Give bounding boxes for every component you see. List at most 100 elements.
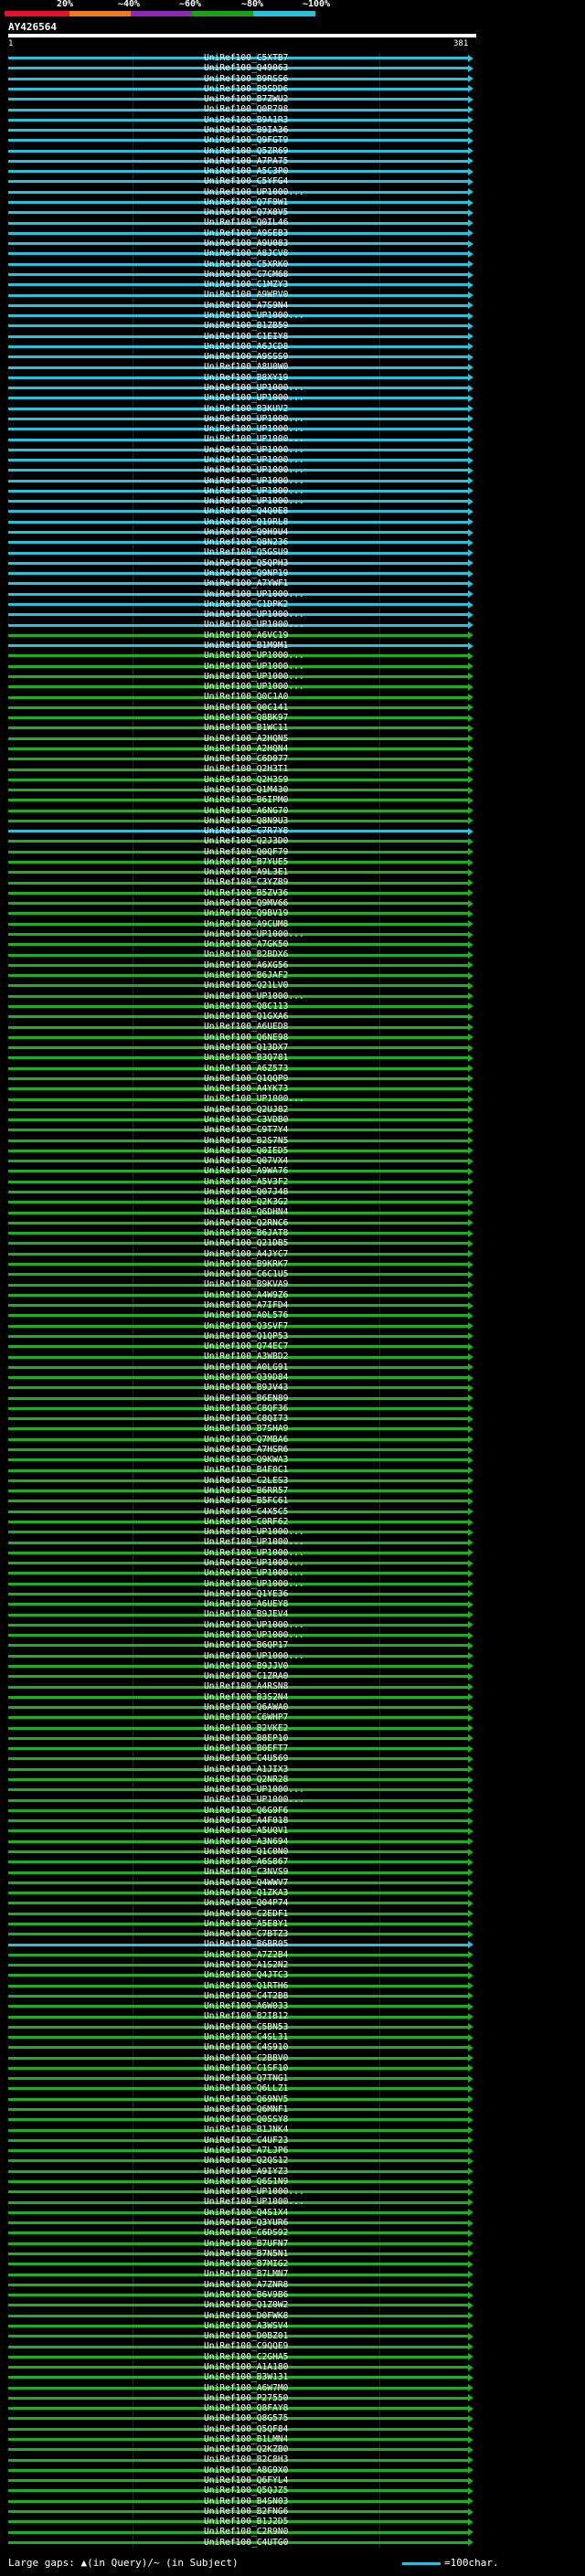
hit-label[interactable]: UniRef100_UP1000...	[204, 434, 304, 444]
hit-label[interactable]: UniRef100_Q8C113	[204, 1002, 288, 1012]
hit-label[interactable]: UniRef100_C5XTB7	[204, 53, 288, 63]
hit-row[interactable]: UniRef100_A2HQN4	[0, 744, 585, 755]
hit-row[interactable]: UniRef100_UP1000...	[0, 1630, 585, 1641]
hit-label[interactable]: UniRef100_A9IYZ3	[204, 2167, 288, 2177]
hit-row[interactable]: UniRef100_B2BDX6	[0, 949, 585, 960]
hit-label[interactable]: UniRef100_Q8BK97	[204, 713, 288, 723]
hit-label[interactable]: UniRef100_Q9BV19	[204, 908, 288, 918]
hit-row[interactable]: UniRef100_Q8FAY8	[0, 2403, 585, 2414]
hit-label[interactable]: UniRef100_UP1000...	[204, 1795, 304, 1805]
hit-label[interactable]: UniRef100_C8QI73	[204, 1414, 288, 1424]
hit-row[interactable]: UniRef100_C1ZRA0	[0, 1671, 585, 1682]
hit-label[interactable]: UniRef100_A6S867	[204, 1857, 288, 1867]
hit-label[interactable]: UniRef100_A7Z2B4	[204, 1950, 288, 1960]
hit-label[interactable]: UniRef100_B8EP10	[204, 1733, 288, 1744]
hit-label[interactable]: UniRef100_UP1000...	[204, 1651, 304, 1661]
hit-label[interactable]: UniRef100_Q0SSY8	[204, 2115, 288, 2125]
hit-row[interactable]: UniRef100_UP1000...	[0, 383, 585, 394]
hit-row[interactable]: UniRef100_Q9NP19	[0, 568, 585, 579]
hit-row[interactable]: UniRef100_C4X5C5	[0, 1507, 585, 1518]
hit-label[interactable]: UniRef100_UP1000...	[204, 1558, 304, 1568]
hit-label[interactable]: UniRef100_A7S9N4	[204, 301, 288, 311]
hit-row[interactable]: UniRef100_A9U083	[0, 239, 585, 249]
hit-label[interactable]: UniRef100_UP1000...	[204, 2187, 304, 2197]
hit-row[interactable]: UniRef100_UP1000...	[0, 311, 585, 322]
hit-row[interactable]: UniRef100_Q4JTC3	[0, 1970, 585, 1981]
hit-label[interactable]: UniRef100_Q0IED5	[204, 1146, 288, 1156]
hit-row[interactable]: UniRef100_UP1000...	[0, 393, 585, 404]
hit-row[interactable]: UniRef100_Q39D84	[0, 1373, 585, 1383]
hit-label[interactable]: UniRef100_Q1Z0W2	[204, 2300, 288, 2310]
hit-label[interactable]: UniRef100_A6Z573	[204, 1064, 288, 1074]
hit-row[interactable]: UniRef100_Q8BK97	[0, 713, 585, 724]
hit-label[interactable]: UniRef100_A4JYC7	[204, 1249, 288, 1259]
hit-row[interactable]: UniRef100_Q4Q0E8	[0, 506, 585, 517]
hit-row[interactable]: UniRef100_B2C8H3	[0, 2454, 585, 2465]
hit-row[interactable]: UniRef100_B3S2N4	[0, 1692, 585, 1703]
hit-label[interactable]: UniRef100_A4YK73	[204, 1084, 288, 1094]
hit-row[interactable]: UniRef100_Q21LV0	[0, 981, 585, 991]
hit-row[interactable]: UniRef100_Q07J48	[0, 1187, 585, 1198]
hit-label[interactable]: UniRef100_B7N5N1	[204, 2249, 288, 2259]
hit-label[interactable]: UniRef100_B4SN03	[204, 2496, 288, 2507]
hit-label[interactable]: UniRef100_C2R9N0	[204, 2527, 288, 2537]
hit-label[interactable]: UniRef100_C1SF10	[204, 2063, 288, 2073]
hit-label[interactable]: UniRef100_B4F0C1	[204, 1465, 288, 1475]
hit-row[interactable]: UniRef100_Q6DHN4	[0, 1207, 585, 1218]
hit-row[interactable]: UniRef100_UP1000...	[0, 682, 585, 693]
hit-row[interactable]: UniRef100_A5E8Y1	[0, 1919, 585, 1930]
hit-label[interactable]: UniRef100_Q4JTC3	[204, 1970, 288, 1980]
hit-row[interactable]: UniRef100_Q5QJZ5	[0, 2486, 585, 2496]
hit-label[interactable]: UniRef100_Q1RTH6	[204, 1981, 288, 1991]
hit-label[interactable]: UniRef100_C4S910	[204, 2042, 288, 2052]
hit-label[interactable]: UniRef100_C0RF62	[204, 1517, 288, 1527]
hit-row[interactable]: UniRef100_Q2RNC6	[0, 1218, 585, 1229]
hit-row[interactable]: UniRef100_C6C1U5	[0, 1269, 585, 1280]
hit-label[interactable]: UniRef100_Q7MBA6	[204, 1435, 288, 1445]
hit-label[interactable]: UniRef100_B2FNG6	[204, 2507, 288, 2517]
hit-row[interactable]: UniRef100_Q1QQP9	[0, 1074, 585, 1085]
hit-row[interactable]: UniRef100_B6EN89	[0, 1394, 585, 1405]
hit-label[interactable]: UniRef100_C1MZY3	[204, 280, 288, 290]
hit-label[interactable]: UniRef100_Q7TNG1	[204, 2073, 288, 2083]
hit-label[interactable]: UniRef100_A5C3P0	[204, 166, 288, 176]
hit-label[interactable]: UniRef100_Q6S1N9	[204, 2177, 288, 2187]
hit-label[interactable]: UniRef100_UP1000...	[204, 311, 304, 321]
hit-label[interactable]: UniRef100_B7LMN7	[204, 2269, 288, 2279]
hit-label[interactable]: UniRef100_Q6MNF1	[204, 2104, 288, 2115]
hit-label[interactable]: UniRef100_B2VKE2	[204, 1723, 288, 1733]
hit-label[interactable]: UniRef100_B9SDD6	[204, 84, 288, 94]
hit-row[interactable]: UniRef100_A3WSV4	[0, 2321, 585, 2332]
hit-label[interactable]: UniRef100_UP1000...	[204, 1620, 304, 1630]
hit-row[interactable]: UniRef100_Q3YUR6	[0, 2218, 585, 2229]
hit-row[interactable]: UniRef100_B9KRK7	[0, 1259, 585, 1270]
hit-label[interactable]: UniRef100_B0EFT7	[204, 1744, 288, 1754]
hit-label[interactable]: UniRef100_Q2NR28	[204, 1775, 288, 1785]
hit-label[interactable]: UniRef100_C7BTZ3	[204, 1929, 288, 1939]
hit-row[interactable]: UniRef100_UP1000...	[0, 187, 585, 198]
hit-label[interactable]: UniRef100_Q9KWA3	[204, 1455, 288, 1465]
hit-row[interactable]: UniRef100_C7R7Y8	[0, 826, 585, 837]
hit-label[interactable]: UniRef100_C5YFG4	[204, 176, 288, 186]
hit-row[interactable]: UniRef100_C5BN53	[0, 2022, 585, 2033]
hit-row[interactable]: UniRef100_Q6AWA0	[0, 1702, 585, 1713]
hit-label[interactable]: UniRef100_A7HSR6	[204, 1445, 288, 1455]
hit-row[interactable]: UniRef100_A9L3E1	[0, 867, 585, 878]
hit-row[interactable]: UniRef100_Q9H9U4	[0, 527, 585, 538]
hit-label[interactable]: UniRef100_Q8N9U3	[204, 816, 288, 826]
hit-label[interactable]: UniRef100_C7CM68	[204, 270, 288, 280]
hit-label[interactable]: UniRef100_B7SHA9	[204, 1424, 288, 1434]
hit-row[interactable]: UniRef100_Q74EC7	[0, 1341, 585, 1352]
hit-label[interactable]: UniRef100_C6D077	[204, 754, 288, 764]
hit-label[interactable]: UniRef100_Q3SVF7	[204, 1321, 288, 1331]
hit-row[interactable]: UniRef100_B3W131	[0, 2372, 585, 2383]
hit-row[interactable]: UniRef100_C3VDB0	[0, 1115, 585, 1126]
hit-row[interactable]: UniRef100_A6W7M0	[0, 2383, 585, 2394]
hit-row[interactable]: UniRef100_A6UEY8	[0, 1599, 585, 1610]
hit-label[interactable]: UniRef100_C4SL31	[204, 2032, 288, 2042]
hit-label[interactable]: UniRef100_C4U569	[204, 1754, 288, 1764]
hit-row[interactable]: UniRef100_C9T7Y4	[0, 1125, 585, 1136]
hit-row[interactable]: UniRef100_B1ZB59	[0, 321, 585, 332]
hit-row[interactable]: UniRef100_UP1000...	[0, 1568, 585, 1579]
hit-row[interactable]: UniRef100_B6IPM0	[0, 795, 585, 806]
